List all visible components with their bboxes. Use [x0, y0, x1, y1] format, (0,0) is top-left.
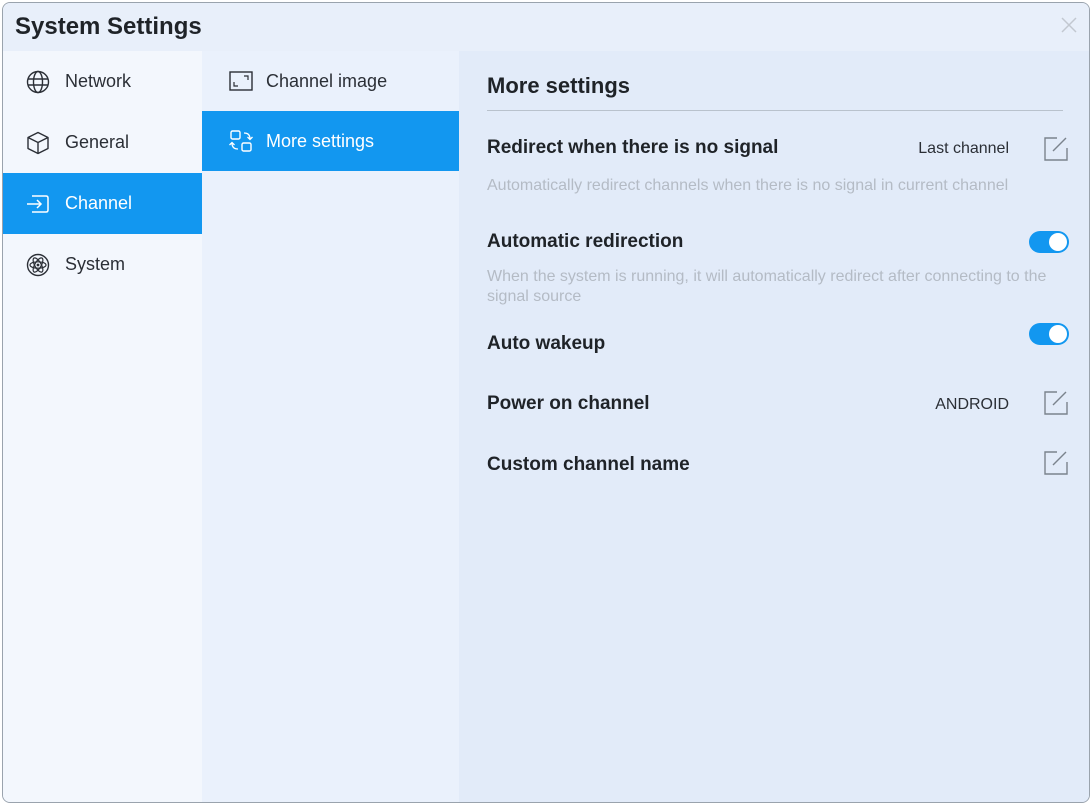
window-title: System Settings	[15, 13, 202, 40]
edit-icon[interactable]	[1041, 449, 1069, 477]
sidebar-item-label: Channel image	[266, 70, 388, 91]
secondary-sidebar: Channel image More settings	[202, 51, 459, 802]
globe-icon	[26, 70, 50, 93]
toggle-knob	[1049, 233, 1067, 251]
sidebar-item-network[interactable]: Network	[3, 51, 202, 112]
primary-sidebar: Network General Channel System	[3, 51, 202, 802]
settings-content: More settings Redirect when there is no …	[459, 51, 1089, 802]
sidebar-item-general[interactable]: General	[3, 112, 202, 173]
title-bar: System Settings	[3, 3, 1089, 51]
sidebar-item-label: More settings	[266, 130, 375, 151]
channel-input-icon	[27, 194, 49, 213]
setting-title: Custom channel name	[487, 454, 690, 475]
setting-title: Automatic redirection	[487, 231, 684, 252]
setting-title: Power on channel	[487, 393, 650, 414]
edit-icon[interactable]	[1041, 135, 1069, 163]
section-title: More settings	[487, 73, 631, 98]
tab-more-settings[interactable]: More settings	[202, 111, 459, 171]
setting-title: Auto wakeup	[487, 333, 606, 354]
sidebar-item-label: System	[65, 254, 126, 274]
auto-wakeup-toggle[interactable]	[1029, 323, 1069, 345]
setting-description: When the system is running, it will auto…	[487, 268, 1047, 305]
atom-icon	[26, 253, 50, 276]
setting-value: Last channel	[918, 140, 1009, 157]
tab-channel-image[interactable]: Channel image	[202, 51, 459, 111]
sidebar-item-channel[interactable]: Channel	[3, 173, 202, 234]
setting-value: ANDROID	[935, 396, 1009, 413]
settings-window: System Settings Network General Channel …	[2, 2, 1090, 803]
sidebar-item-label: General	[65, 132, 130, 152]
close-icon[interactable]	[1057, 13, 1081, 37]
sidebar-item-label: Channel	[65, 193, 133, 213]
toggle-knob	[1049, 325, 1067, 343]
cube-icon	[27, 131, 49, 154]
edit-icon[interactable]	[1041, 389, 1069, 417]
sidebar-item-label: Network	[65, 71, 132, 91]
swap-squares-icon	[229, 130, 253, 152]
section-divider	[487, 110, 1063, 111]
automatic-redirection-toggle[interactable]	[1029, 231, 1069, 253]
screen-frame-icon	[229, 71, 253, 91]
sidebar-item-system[interactable]: System	[3, 234, 202, 295]
setting-title: Redirect when there is no signal	[487, 137, 779, 158]
setting-description: Automatically redirect channels when the…	[487, 177, 1009, 194]
